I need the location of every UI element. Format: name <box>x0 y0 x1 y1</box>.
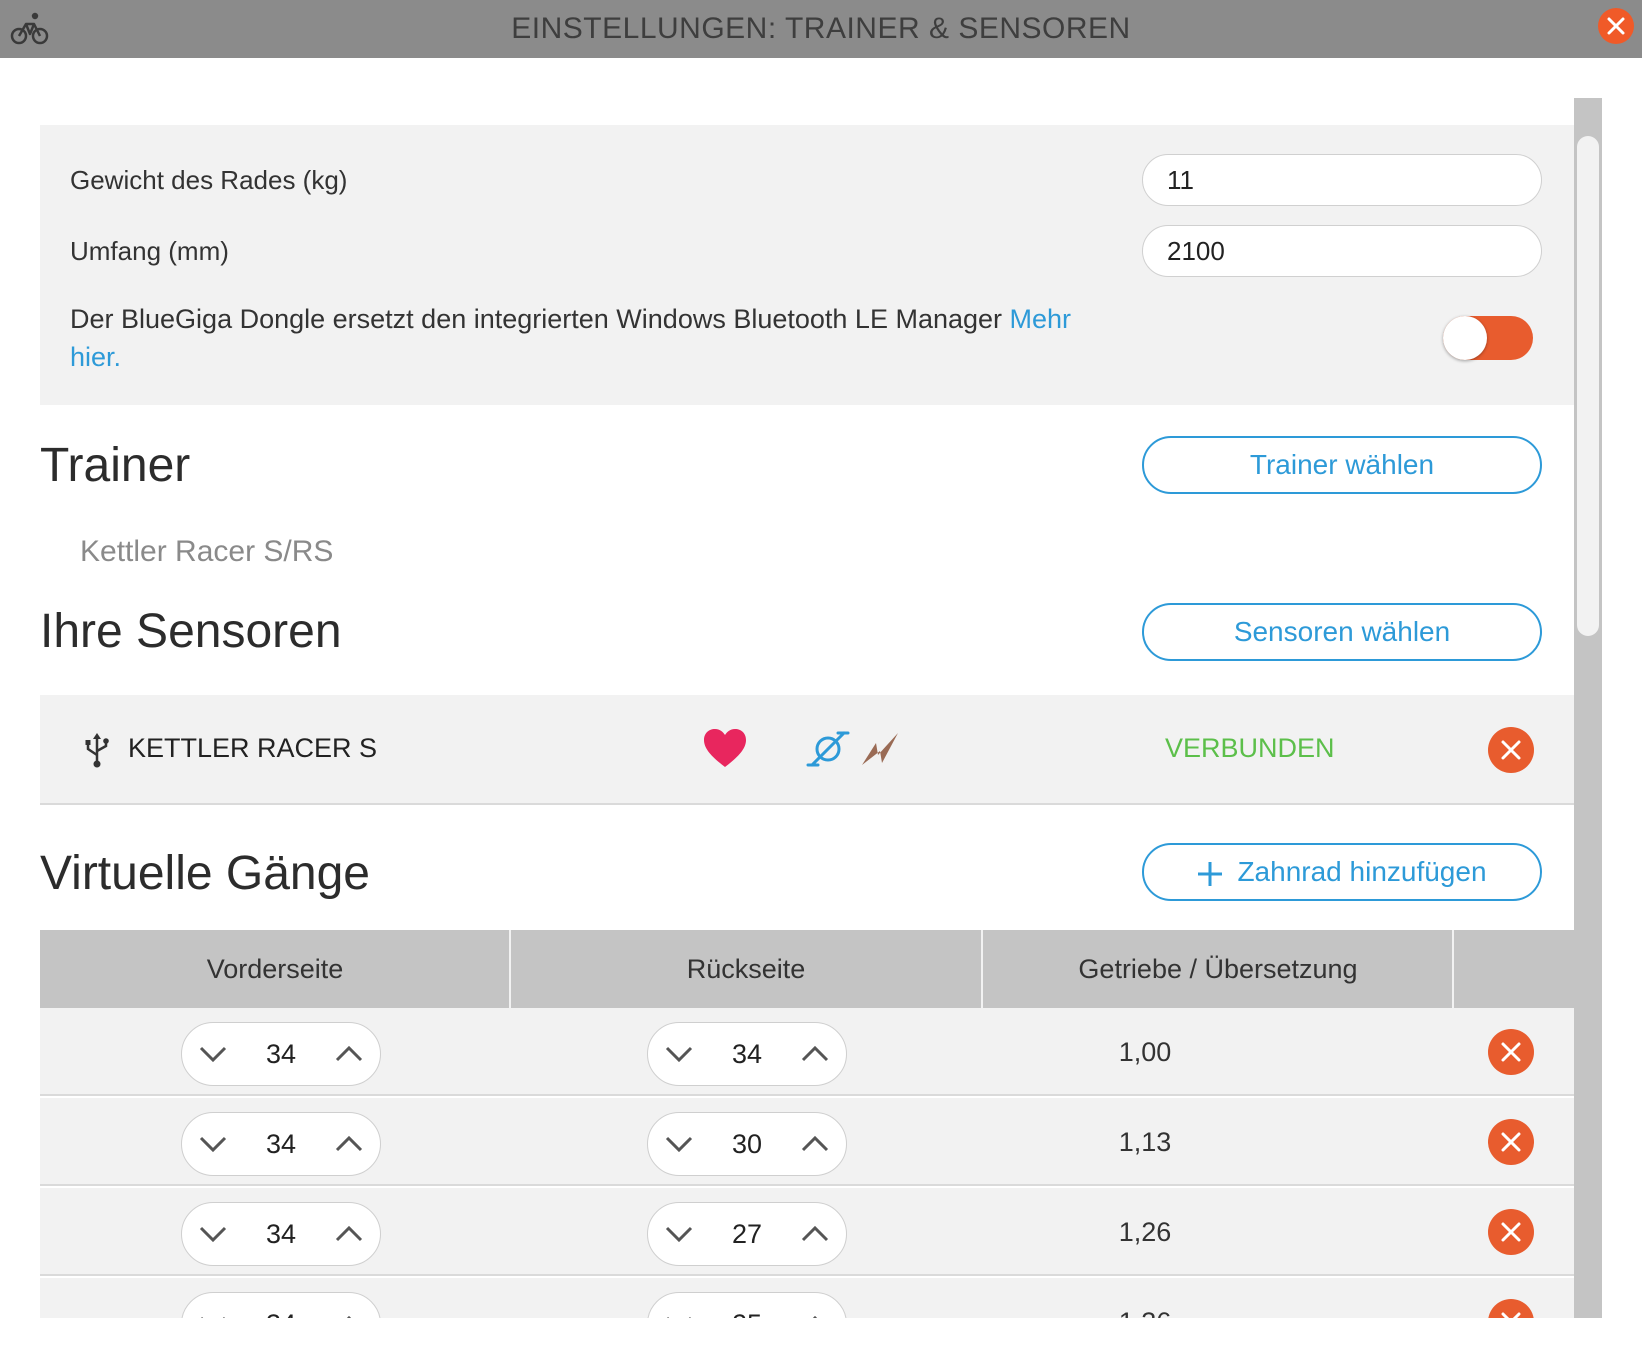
close-icon <box>1501 1222 1521 1242</box>
connection-status: VERBUNDEN <box>1165 733 1335 763</box>
chevron-up-icon[interactable] <box>332 1127 366 1161</box>
close-icon <box>1607 17 1625 35</box>
chevron-down-icon[interactable] <box>196 1127 230 1161</box>
add-gear-button[interactable]: Zahnrad hinzufügen <box>1142 843 1542 901</box>
scrollbar-thumb[interactable] <box>1577 136 1599 636</box>
circumference-label: Umfang (mm) <box>70 236 229 266</box>
table-row: 34 30 1,13 <box>40 1098 1574 1186</box>
weight-label: Gewicht des Rades (kg) <box>70 165 348 195</box>
chevron-up-icon[interactable] <box>798 1037 832 1071</box>
remove-gear-button[interactable] <box>1488 1299 1534 1318</box>
remove-gear-button[interactable] <box>1488 1119 1534 1165</box>
front-stepper[interactable]: 34 <box>181 1112 381 1176</box>
add-gear-label: Zahnrad hinzufügen <box>1237 856 1487 887</box>
gear-ratio: 1,26 <box>1118 1217 1172 1247</box>
table-row: 34 27 1,26 <box>40 1188 1574 1276</box>
sensor-row: KETTLER RACER S VERBUNDEN <box>40 695 1574 805</box>
trainer-name: Kettler Racer S/RS <box>80 535 334 568</box>
chevron-up-icon[interactable] <box>798 1217 832 1251</box>
cadence-icon <box>806 731 850 767</box>
chevron-down-icon[interactable] <box>196 1217 230 1251</box>
chevron-down-icon[interactable] <box>196 1037 230 1071</box>
dialog-footer <box>0 1318 1642 1360</box>
remove-gear-button[interactable] <box>1488 1209 1534 1255</box>
close-button[interactable] <box>1598 8 1634 44</box>
chevron-up-icon[interactable] <box>332 1037 366 1071</box>
chevron-up-icon[interactable] <box>332 1217 366 1251</box>
rear-value[interactable]: 25 <box>708 1293 786 1318</box>
close-icon <box>1501 1312 1521 1318</box>
gears-table-body: 34 34 1,00 34 30 1,13 34 27 1,26 <box>40 1008 1574 1318</box>
rear-value[interactable]: 30 <box>708 1113 786 1175</box>
toggle-knob <box>1443 316 1487 360</box>
trainer-heading: Trainer <box>40 439 191 492</box>
table-row: 34 34 1,00 <box>40 1008 1574 1096</box>
front-value[interactable]: 34 <box>242 1293 320 1318</box>
column-header-front: Vorderseite <box>206 954 344 984</box>
gear-ratio: 1,00 <box>1118 1037 1172 1067</box>
usb-icon <box>85 733 109 768</box>
rear-stepper[interactable]: 34 <box>647 1022 847 1086</box>
column-divider <box>1452 930 1454 1008</box>
remove-gear-button[interactable] <box>1488 1029 1534 1075</box>
sensors-heading: Ihre Sensoren <box>40 605 342 658</box>
rear-stepper[interactable]: 27 <box>647 1202 847 1266</box>
dongle-description: Der BlueGiga Dongle ersetzt den integrie… <box>70 300 1110 376</box>
dongle-text: Der BlueGiga Dongle ersetzt den integrie… <box>70 304 1010 334</box>
circumference-field[interactable]: 2100 <box>1142 225 1542 277</box>
heart-icon <box>704 729 746 767</box>
rear-value[interactable]: 34 <box>708 1023 786 1085</box>
front-stepper[interactable]: 34 <box>181 1292 381 1318</box>
sensor-name: KETTLER RACER S <box>128 733 378 763</box>
chevron-up-icon[interactable] <box>798 1127 832 1161</box>
close-icon <box>1501 1042 1521 1062</box>
weight-field[interactable]: 11 <box>1142 154 1542 206</box>
chevron-down-icon[interactable] <box>662 1037 696 1071</box>
chevron-up-icon[interactable] <box>332 1307 366 1318</box>
remove-sensor-button[interactable] <box>1488 727 1534 773</box>
chevron-down-icon[interactable] <box>662 1217 696 1251</box>
chevron-down-icon[interactable] <box>662 1127 696 1161</box>
choose-sensors-button[interactable]: Sensoren wählen <box>1142 603 1542 661</box>
front-stepper[interactable]: 34 <box>181 1022 381 1086</box>
dongle-toggle[interactable] <box>1443 316 1533 360</box>
choose-trainer-button[interactable]: Trainer wählen <box>1142 436 1542 494</box>
power-icon <box>862 733 898 765</box>
title-bar: EINSTELLUNGEN: TRAINER & SENSOREN <box>0 0 1642 58</box>
chevron-down-icon[interactable] <box>662 1307 696 1318</box>
column-header-rear: Rückseite <box>686 954 806 984</box>
chevron-up-icon[interactable] <box>798 1307 832 1318</box>
column-header-ratio: Getriebe / Übersetzung <box>1078 954 1358 984</box>
front-value[interactable]: 34 <box>242 1113 320 1175</box>
rear-stepper[interactable]: 25 <box>647 1292 847 1318</box>
front-value[interactable]: 34 <box>242 1203 320 1265</box>
close-icon <box>1501 740 1521 760</box>
rear-value[interactable]: 27 <box>708 1203 786 1265</box>
plus-icon <box>1198 861 1223 886</box>
table-row: 34 25 1,36 <box>40 1278 1574 1318</box>
front-value[interactable]: 34 <box>242 1023 320 1085</box>
window-title: EINSTELLUNGEN: TRAINER & SENSOREN <box>511 12 1131 45</box>
rear-stepper[interactable]: 30 <box>647 1112 847 1176</box>
front-stepper[interactable]: 34 <box>181 1202 381 1266</box>
chevron-down-icon[interactable] <box>196 1307 230 1318</box>
gear-ratio: 1,13 <box>1118 1127 1172 1157</box>
close-icon <box>1501 1132 1521 1152</box>
gears-table-header: Vorderseite Rückseite Getriebe / Überset… <box>40 930 1574 1008</box>
gear-ratio: 1,36 <box>1040 1278 1250 1318</box>
gears-heading: Virtuelle Gänge <box>40 847 370 900</box>
